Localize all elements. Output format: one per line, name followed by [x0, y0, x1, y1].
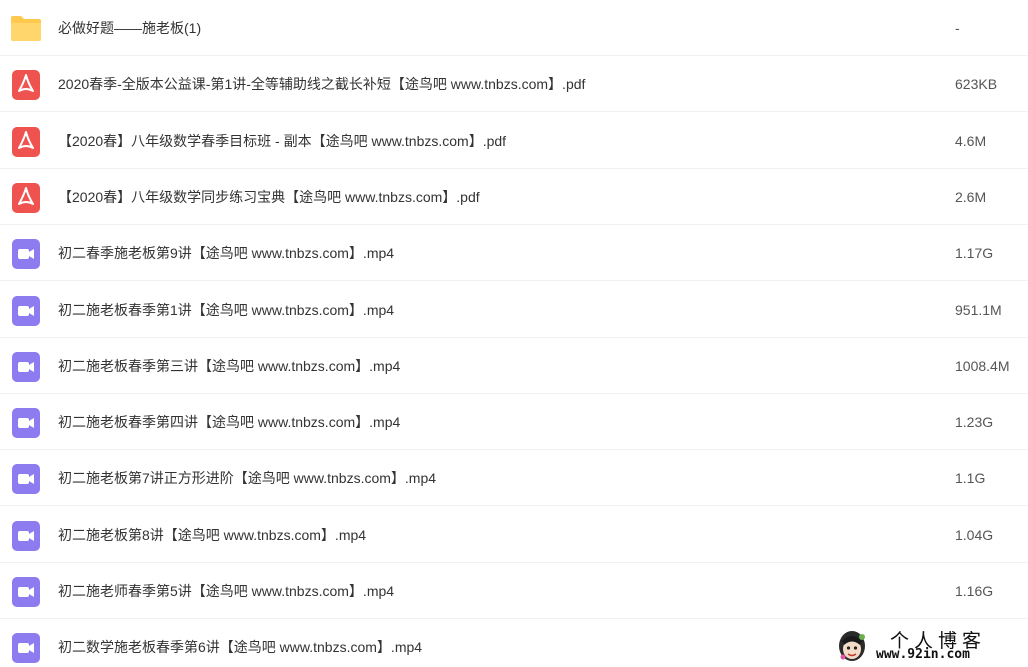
file-name[interactable]: 初二施老板春季第1讲【途鸟吧 www.tnbzs.com】.mp4 — [58, 282, 394, 338]
file-name[interactable]: 初二施老板春季第四讲【途鸟吧 www.tnbzs.com】.mp4 — [58, 394, 400, 450]
video-icon — [12, 296, 40, 326]
file-list: 必做好题——施老板(1) - 2020春季-全版本公益课-第1讲-全等辅助线之截长补… — [0, 0, 1028, 667]
video-icon — [12, 577, 40, 607]
file-size: 623KB — [955, 76, 998, 92]
file-size: 1.04G — [955, 527, 994, 543]
pdf-icon — [12, 70, 40, 100]
file-name[interactable]: 【2020春】八年级数学春季目标班 - 副本【途鸟吧 www.tnbzs.com… — [58, 113, 506, 169]
video-icon — [12, 633, 40, 663]
file-size: 1.23G — [955, 414, 994, 430]
pdf-icon — [12, 183, 40, 213]
file-row[interactable]: 【2020春】八年级数学春季目标班 - 副本【途鸟吧 www.tnbzs.com… — [0, 113, 1028, 169]
watermark-avatar-icon — [836, 629, 868, 663]
file-name[interactable]: 初二施老板春季第三讲【途鸟吧 www.tnbzs.com】.mp4 — [58, 338, 400, 394]
video-icon — [12, 464, 40, 494]
video-icon — [12, 352, 40, 382]
file-name[interactable]: 初二施老师春季第5讲【途鸟吧 www.tnbzs.com】.mp4 — [58, 563, 394, 619]
watermark-url: www.92in.com — [876, 647, 970, 662]
file-name[interactable]: 初二施老板第8讲【途鸟吧 www.tnbzs.com】.mp4 — [58, 507, 366, 563]
file-size: 2.6M — [955, 189, 987, 205]
file-row[interactable]: 初二施老板春季第1讲【途鸟吧 www.tnbzs.com】.mp4 951.1M — [0, 282, 1028, 338]
file-size: 951.1M — [955, 302, 1002, 318]
file-row[interactable]: 2020春季-全版本公益课-第1讲-全等辅助线之截长补短【途鸟吧 www.tnb… — [0, 56, 1028, 112]
file-row[interactable]: 初二施老板第7讲正方形进阶【途鸟吧 www.tnbzs.com】.mp4 1.1G — [0, 450, 1028, 506]
file-row[interactable]: 【2020春】八年级数学同步练习宝典【途鸟吧 www.tnbzs.com】.pd… — [0, 169, 1028, 225]
folder-icon — [10, 14, 41, 42]
pdf-icon — [12, 127, 40, 157]
video-icon — [12, 521, 40, 551]
file-size: - — [955, 20, 960, 36]
file-row[interactable]: 初二施老板春季第三讲【途鸟吧 www.tnbzs.com】.mp4 1008.4M — [0, 338, 1028, 394]
video-icon — [12, 239, 40, 269]
file-size: 4.6M — [955, 133, 987, 149]
file-row[interactable]: 初二施老板春季第四讲【途鸟吧 www.tnbzs.com】.mp4 1.23G — [0, 394, 1028, 450]
file-size: 1.16G — [955, 583, 994, 599]
file-row[interactable]: 初二春季施老板第9讲【途鸟吧 www.tnbzs.com】.mp4 1.17G — [0, 225, 1028, 281]
file-name[interactable]: 【2020春】八年级数学同步练习宝典【途鸟吧 www.tnbzs.com】.pd… — [58, 169, 480, 225]
file-name[interactable]: 初二春季施老板第9讲【途鸟吧 www.tnbzs.com】.mp4 — [58, 225, 394, 281]
video-icon — [12, 408, 40, 438]
file-name[interactable]: 初二施老板第7讲正方形进阶【途鸟吧 www.tnbzs.com】.mp4 — [58, 450, 436, 506]
file-row[interactable]: 初二施老师春季第5讲【途鸟吧 www.tnbzs.com】.mp4 1.16G — [0, 563, 1028, 619]
file-name[interactable]: 必做好题——施老板(1) — [58, 0, 201, 56]
file-size: 1008.4M — [955, 358, 1010, 374]
file-name[interactable]: 2020春季-全版本公益课-第1讲-全等辅助线之截长补短【途鸟吧 www.tnb… — [58, 56, 585, 112]
file-row[interactable]: 初二施老板第8讲【途鸟吧 www.tnbzs.com】.mp4 1.04G — [0, 507, 1028, 563]
file-size: 1.1G — [955, 470, 986, 486]
file-name[interactable]: 初二数学施老板春季第6讲【途鸟吧 www.tnbzs.com】.mp4 — [58, 619, 422, 667]
file-row[interactable]: 必做好题——施老板(1) - — [0, 0, 1028, 56]
file-size: 1.17G — [955, 245, 994, 261]
watermark: 个人博客 www.92in.com — [830, 626, 1028, 667]
